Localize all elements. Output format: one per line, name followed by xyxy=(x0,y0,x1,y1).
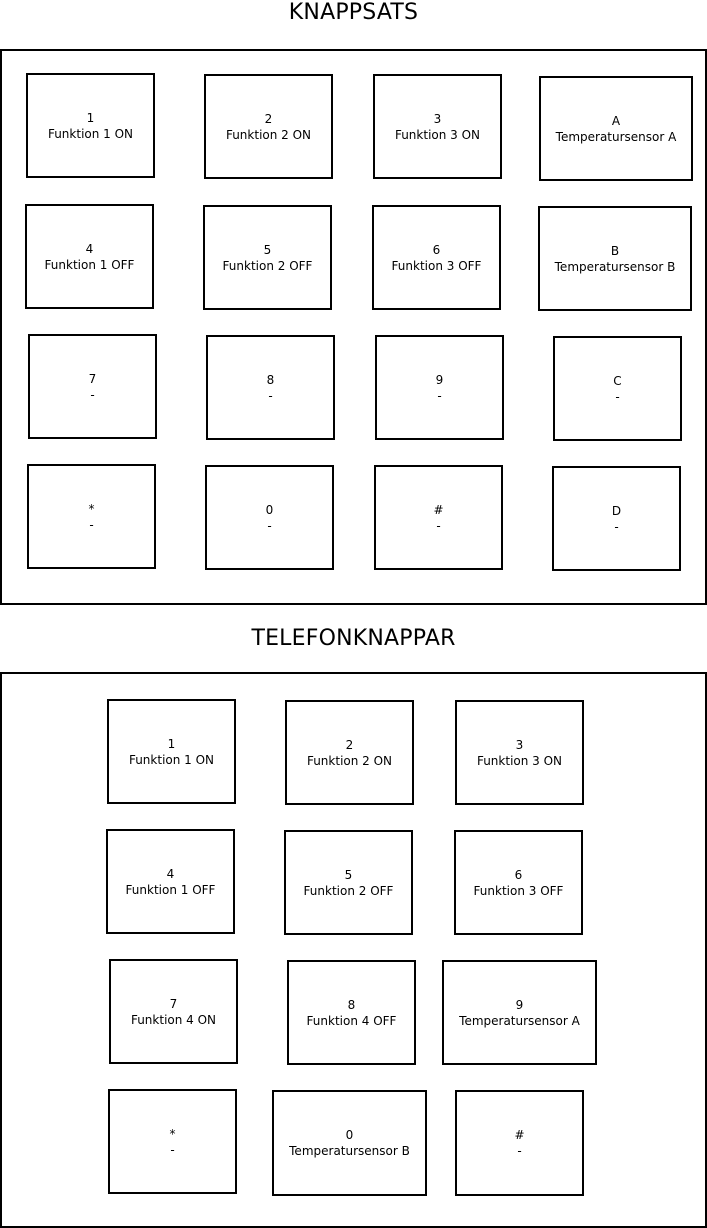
key-label: - xyxy=(90,387,95,402)
phone-key-7[interactable]: 7 Funktion 4 ON xyxy=(109,959,238,1064)
key-label: Funktion 3 OFF xyxy=(391,258,482,273)
phone-key-6[interactable]: 6 Funktion 3 OFF xyxy=(454,830,583,935)
key-label: - xyxy=(89,517,94,532)
key-symbol: 4 xyxy=(166,866,175,881)
key-label: Temperatursensor B xyxy=(289,1144,410,1158)
keypad-key-1[interactable]: 1 Funktion 1 ON xyxy=(26,73,155,178)
key-symbol: 0 xyxy=(345,1128,354,1142)
keypad-key-5[interactable]: 5 Funktion 2 OFF xyxy=(203,205,332,310)
key-symbol: 9 xyxy=(515,997,524,1012)
key-label: Funktion 2 ON xyxy=(225,127,312,142)
phone-key-1[interactable]: 1 Funktion 1 ON xyxy=(107,699,236,804)
key-label: - xyxy=(170,1142,175,1157)
key-label: Temperatursensor B xyxy=(554,259,676,274)
keypad-key-6[interactable]: 6 Funktion 3 OFF xyxy=(372,205,501,310)
key-label: Funktion 2 OFF xyxy=(303,883,394,898)
key-symbol: 5 xyxy=(344,867,353,882)
key-symbol: 2 xyxy=(345,737,354,752)
keypad-key-0[interactable]: 0 - xyxy=(205,465,334,570)
keypad-title: KNAPPSATS xyxy=(288,0,419,25)
keypad-key-4[interactable]: 4 Funktion 1 OFF xyxy=(25,204,154,309)
key-label: Funktion 1 ON xyxy=(47,126,134,141)
phone-key-2[interactable]: 2 Funktion 2 ON xyxy=(285,700,414,805)
key-label: Funktion 2 ON xyxy=(306,753,393,768)
key-label: Temperatursensor A xyxy=(555,129,677,144)
keypad-key-a[interactable]: A Temperatursensor A xyxy=(539,76,693,181)
key-label: Funktion 4 OFF xyxy=(306,1013,397,1028)
key-symbol: * xyxy=(169,1126,176,1141)
key-symbol: 8 xyxy=(266,372,275,387)
key-symbol: 6 xyxy=(514,867,523,882)
phone-key-5[interactable]: 5 Funktion 2 OFF xyxy=(284,830,413,935)
keypad-key-b[interactable]: B Temperatursensor B xyxy=(538,206,692,311)
phone-key-4[interactable]: 4 Funktion 1 OFF xyxy=(106,829,235,934)
phone-key-0[interactable]: 0 Temperatursensor B xyxy=(272,1090,427,1196)
keypad-key-3[interactable]: 3 Funktion 3 ON xyxy=(373,74,502,179)
keypad-key-2[interactable]: 2 Funktion 2 ON xyxy=(204,74,333,179)
key-symbol: 4 xyxy=(85,241,94,256)
key-symbol: 1 xyxy=(167,736,176,751)
key-label: - xyxy=(267,518,272,533)
key-symbol: C xyxy=(613,373,622,388)
phone-key-8[interactable]: 8 Funktion 4 OFF xyxy=(287,960,416,1065)
keypad-key-d[interactable]: D - xyxy=(552,466,681,571)
key-symbol: 3 xyxy=(433,111,442,126)
keypad-key-9[interactable]: 9 - xyxy=(375,335,504,440)
key-symbol: 3 xyxy=(515,737,524,752)
key-label: Funktion 1 ON xyxy=(128,752,215,767)
key-symbol: 1 xyxy=(86,110,95,125)
phone-key-3[interactable]: 3 Funktion 3 ON xyxy=(455,700,584,805)
key-label: - xyxy=(437,388,442,403)
key-label: Funktion 3 ON xyxy=(394,127,481,142)
key-label: Funktion 2 OFF xyxy=(222,258,313,273)
key-symbol: 7 xyxy=(88,371,97,386)
key-label: Temperatursensor A xyxy=(459,1013,580,1028)
key-label: Funktion 3 ON xyxy=(476,753,563,768)
keypad-key-8[interactable]: 8 - xyxy=(206,335,335,440)
key-label: - xyxy=(614,519,619,534)
keypad-key-c[interactable]: C - xyxy=(553,336,682,441)
key-label: - xyxy=(436,518,441,533)
keypad-key-7[interactable]: 7 - xyxy=(28,334,157,439)
key-symbol: 0 xyxy=(265,502,274,517)
key-symbol: A xyxy=(611,113,621,128)
key-symbol: B xyxy=(610,243,620,258)
key-symbol: # xyxy=(514,1128,525,1142)
key-label: Funktion 1 OFF xyxy=(44,257,135,272)
key-symbol: * xyxy=(88,501,95,516)
phone-keys-title: TELEFONKNAPPAR xyxy=(251,626,456,651)
key-symbol: 5 xyxy=(263,242,272,257)
key-symbol: 6 xyxy=(432,242,441,257)
keypad-key-star[interactable]: * - xyxy=(27,464,156,569)
key-label: - xyxy=(517,1144,522,1158)
phone-key-hash[interactable]: # - xyxy=(455,1090,584,1196)
key-label: Funktion 4 ON xyxy=(130,1012,217,1027)
key-symbol: 8 xyxy=(347,997,356,1012)
key-label: Funktion 3 OFF xyxy=(473,883,564,898)
key-symbol: D xyxy=(611,503,622,518)
phone-key-star[interactable]: * - xyxy=(108,1089,237,1194)
key-label: Funktion 1 OFF xyxy=(125,882,216,897)
phone-key-9[interactable]: 9 Temperatursensor A xyxy=(442,960,597,1065)
key-symbol: 2 xyxy=(264,111,273,126)
key-symbol: 9 xyxy=(435,372,444,387)
key-label: - xyxy=(268,388,273,403)
key-label: - xyxy=(615,389,620,404)
keypad-key-hash[interactable]: # - xyxy=(374,465,503,570)
key-symbol: # xyxy=(433,502,444,517)
key-symbol: 7 xyxy=(169,996,178,1011)
